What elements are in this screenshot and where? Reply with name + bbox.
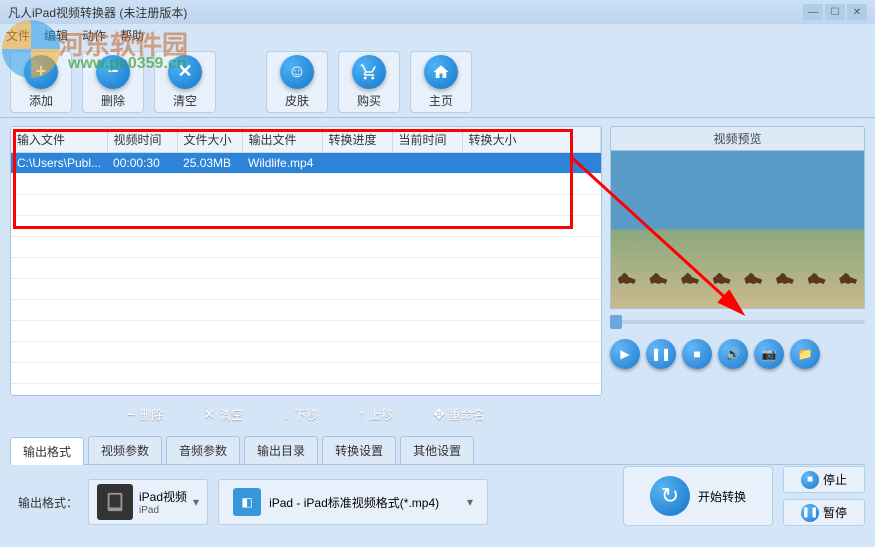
col-size[interactable]: 文件大小: [177, 127, 242, 153]
list-rename[interactable]: ✥重命名: [433, 406, 485, 423]
table-row[interactable]: [11, 342, 601, 363]
table-row[interactable]: [11, 216, 601, 237]
stop-button[interactable]: ■: [682, 339, 712, 369]
minus-icon: −: [96, 55, 130, 89]
col-curtime[interactable]: 当前时间: [392, 127, 462, 153]
table-row[interactable]: [11, 237, 601, 258]
x-icon: ✕: [203, 406, 215, 423]
volume-button[interactable]: 🔊: [718, 339, 748, 369]
format-selector[interactable]: ◧ iPad - iPad标准视频格式(*.mp4) ▾: [218, 479, 488, 525]
col-duration[interactable]: 视频时间: [107, 127, 177, 153]
tab-conv[interactable]: 转换设置: [322, 436, 396, 464]
table-row[interactable]: [11, 363, 601, 384]
tabs: 输出格式 视频参数 音频参数 输出目录 转换设置 其他设置: [10, 436, 865, 465]
pause-icon: ❚❚: [801, 504, 819, 522]
table-row[interactable]: [11, 195, 601, 216]
skin-button[interactable]: ☺ 皮肤: [266, 51, 328, 113]
tab-outdir[interactable]: 输出目录: [244, 436, 318, 464]
video-slider[interactable]: [610, 315, 865, 329]
snapshot-button[interactable]: 📷: [754, 339, 784, 369]
pause-convert-button[interactable]: ❚❚ 暂停: [783, 499, 865, 526]
menu-help[interactable]: 帮助: [120, 27, 144, 44]
output-label: 输出格式：: [18, 494, 78, 511]
close-button[interactable]: ✕: [847, 4, 867, 20]
col-output[interactable]: 输出文件: [242, 127, 322, 153]
ipad-icon: [97, 484, 133, 520]
list-clear[interactable]: ✕清空: [203, 406, 243, 423]
list-actions: −删除 ✕清空 ↓下移 ↑上移 ✥重命名: [11, 399, 601, 429]
list-delete[interactable]: −删除: [127, 406, 163, 423]
file-list: 输入文件 视频时间 文件大小 输出文件 转换进度 当前时间 转换大小 C:\Us…: [10, 126, 602, 396]
arrow-up-icon: ↑: [358, 406, 365, 422]
add-button[interactable]: + 添加: [10, 51, 72, 113]
smile-icon: ☺: [280, 55, 314, 89]
home-button[interactable]: 主页: [410, 51, 472, 113]
window-title: 凡人iPad视频转换器 (未注册版本): [8, 4, 803, 21]
tab-format[interactable]: 输出格式: [10, 437, 84, 465]
cart-icon: [352, 55, 386, 89]
table-row[interactable]: [11, 174, 601, 195]
home-icon: [424, 55, 458, 89]
preview-panel: 视频预览 ▶ ❚❚ ■ 🔊 📷 📁: [610, 126, 865, 396]
minus-icon: −: [127, 406, 135, 422]
stop-icon: ■: [801, 471, 819, 489]
start-convert-button[interactable]: ↻ 开始转换: [623, 466, 773, 526]
stop-convert-button[interactable]: ■ 停止: [783, 466, 865, 493]
preview-title: 视频预览: [610, 126, 865, 150]
clear-button[interactable]: ✕ 清空: [154, 51, 216, 113]
chevron-down-icon: ▾: [193, 495, 199, 509]
pause-button[interactable]: ❚❚: [646, 339, 676, 369]
list-down[interactable]: ↓下移: [283, 406, 318, 423]
move-icon: ✥: [433, 406, 445, 423]
chevron-down-icon: ▾: [467, 495, 473, 509]
buy-button[interactable]: 购买: [338, 51, 400, 113]
file-icon: ◧: [233, 488, 261, 516]
menu-edit[interactable]: 编辑: [44, 27, 68, 44]
list-up[interactable]: ↑上移: [358, 406, 393, 423]
tab-audio[interactable]: 音频参数: [166, 436, 240, 464]
menu-action[interactable]: 动作: [82, 27, 106, 44]
device-selector[interactable]: iPad视频 iPad ▾: [88, 479, 208, 525]
col-convsize[interactable]: 转换大小: [462, 127, 600, 153]
preview-video: [610, 150, 865, 309]
table-row[interactable]: [11, 300, 601, 321]
arrow-down-icon: ↓: [283, 406, 290, 422]
maximize-button[interactable]: ☐: [825, 4, 845, 20]
table-row[interactable]: C:\Users\Publ... 00:00:30 25.03MB Wildli…: [11, 153, 601, 174]
minimize-button[interactable]: —: [803, 4, 823, 20]
table-row[interactable]: [11, 258, 601, 279]
tab-other[interactable]: 其他设置: [400, 436, 474, 464]
play-button[interactable]: ▶: [610, 339, 640, 369]
titlebar: 凡人iPad视频转换器 (未注册版本) — ☐ ✕: [0, 0, 875, 24]
toolbar: + 添加 − 删除 ✕ 清空 ☺ 皮肤 购买 主页: [0, 46, 875, 118]
menu-file[interactable]: 文件: [6, 27, 30, 44]
menubar: 文件 编辑 动作 帮助: [0, 24, 875, 46]
plus-icon: +: [24, 55, 58, 89]
x-icon: ✕: [168, 55, 202, 89]
convert-icon: ↻: [650, 476, 690, 516]
delete-button[interactable]: − 删除: [82, 51, 144, 113]
table-row[interactable]: [11, 321, 601, 342]
col-progress[interactable]: 转换进度: [322, 127, 392, 153]
tab-video[interactable]: 视频参数: [88, 436, 162, 464]
col-input[interactable]: 输入文件: [11, 127, 107, 153]
folder-button[interactable]: 📁: [790, 339, 820, 369]
table-row[interactable]: [11, 279, 601, 300]
